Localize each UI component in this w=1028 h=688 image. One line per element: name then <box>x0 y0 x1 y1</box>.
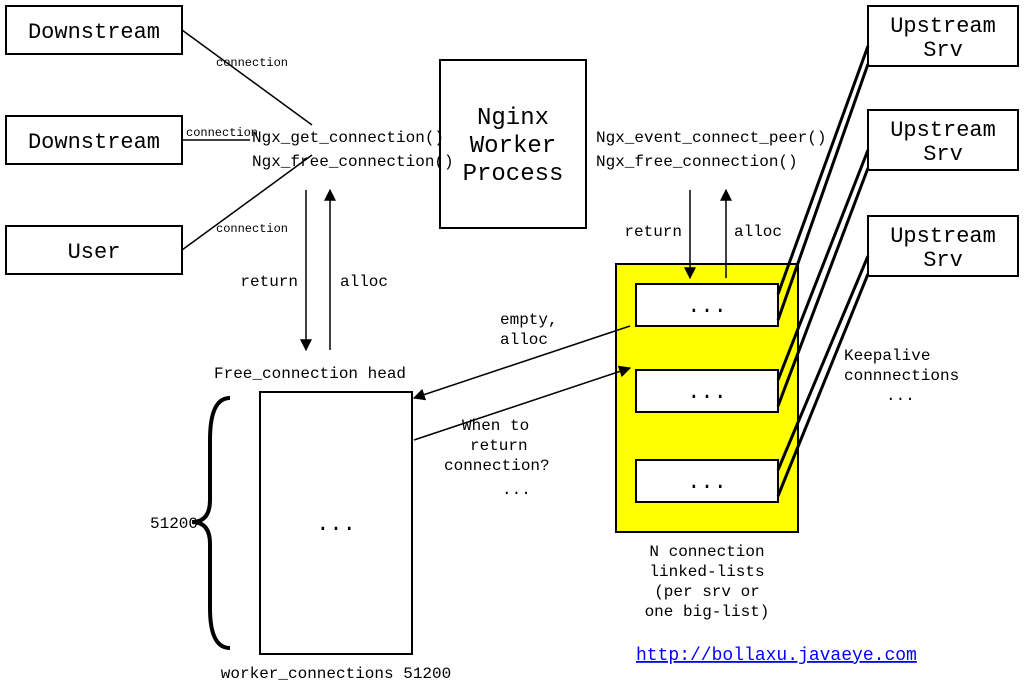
nginx-l3: Process <box>463 161 564 188</box>
alloc2-label: alloc <box>734 223 782 241</box>
ka-line-1b <box>778 64 868 320</box>
keepalive-l3: ... <box>886 387 915 405</box>
downstream-label-2: Downstream <box>28 130 160 155</box>
keepalive-l2: connnections <box>844 367 959 385</box>
when-l1: When to <box>462 417 529 435</box>
upstream3-l2: Srv <box>923 248 963 273</box>
empty-alloc-l2: alloc <box>500 331 548 349</box>
line-ds1 <box>182 30 312 125</box>
upstream2-l1: Upstream <box>890 118 996 143</box>
size-label: 51200 <box>150 515 198 533</box>
return1-label: return <box>240 273 298 291</box>
nconn-l1: N connection <box>649 543 764 561</box>
conn-label-3: connection <box>216 222 288 236</box>
downstream-label-1: Downstream <box>28 20 160 45</box>
dots4: ... <box>687 470 727 495</box>
upstream1-l2: Srv <box>923 38 963 63</box>
empty-alloc-l1: empty, <box>500 311 558 329</box>
when-l4: ... <box>502 481 531 499</box>
nconn-l2: linked-lists <box>649 563 764 581</box>
dots3: ... <box>687 380 727 405</box>
source-url[interactable]: http://bollaxu.javaeye.com <box>636 646 917 666</box>
event-peer-label: Ngx_event_connect_peer() <box>596 129 826 147</box>
upstream2-l2: Srv <box>923 142 963 167</box>
when-l2: return <box>470 437 528 455</box>
user-label: User <box>68 240 121 265</box>
upstream1-l1: Upstream <box>890 14 996 39</box>
dots1: ... <box>316 512 356 537</box>
conn-label-1: connection <box>216 56 288 70</box>
free-conn-label: Ngx_free_connection() <box>252 153 454 171</box>
free-head-label: Free_connection head <box>214 365 406 383</box>
dots2: ... <box>687 294 727 319</box>
alloc1-label: alloc <box>340 273 388 291</box>
get-conn-label: Ngx_get_connection() <box>252 129 444 147</box>
when-l3: connection? <box>444 457 550 475</box>
keepalive-l1: Keepalive <box>844 347 930 365</box>
diagram-root: Downstream Downstream User Nginx Worker … <box>0 0 1028 688</box>
nginx-l2: Worker <box>470 133 556 160</box>
upstream3-l1: Upstream <box>890 224 996 249</box>
conn-label-2: connection <box>186 126 258 140</box>
nconn-l4: one big-list) <box>645 603 770 621</box>
return2-label: return <box>624 223 682 241</box>
free-conn2-label: Ngx_free_connection() <box>596 153 798 171</box>
nginx-l1: Nginx <box>477 105 549 132</box>
worker-conns-label: worker_connections 51200 <box>221 665 451 683</box>
nconn-l3: (per srv or <box>654 583 760 601</box>
